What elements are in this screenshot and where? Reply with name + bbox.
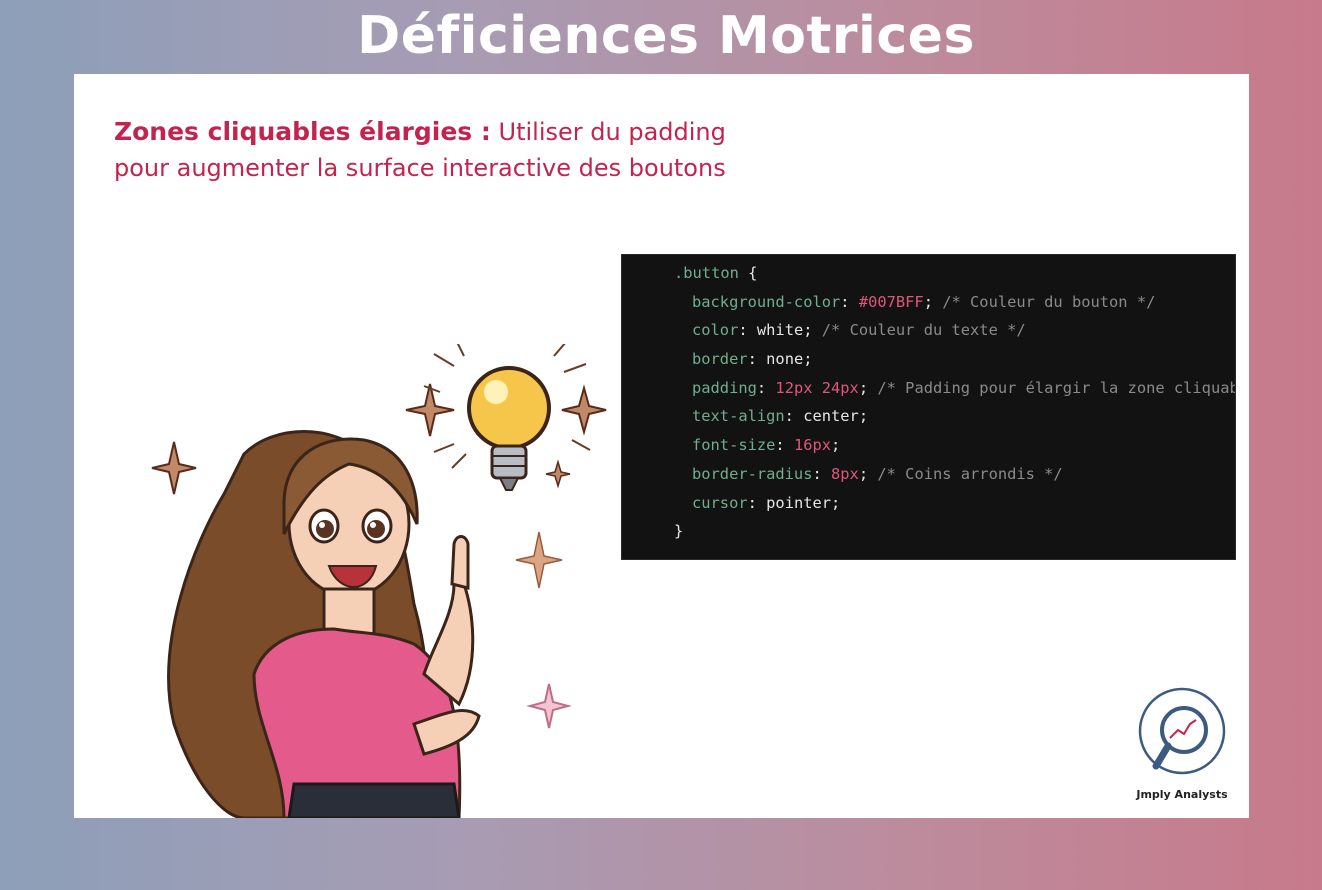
close-brace: } [674,522,684,541]
sparkle-icon [561,384,607,436]
sparkle-icon [515,531,563,589]
heading-line2: pour augmenter la surface interactive de… [114,154,726,182]
css-value: 12px 24px [775,378,859,397]
code-line: padding: 12px 24px; /* Padding pour élar… [622,374,1235,403]
css-comment: /* Coins arrondis */ [868,464,1063,483]
sparkle-icon [545,459,571,489]
code-line: border-radius: 8px; /* Coins arrondis */ [692,464,1063,483]
css-value: 16px [793,436,832,455]
code-line: cursor: pointer; [692,493,841,512]
code-line-close: } [622,517,1235,546]
code-line: border: none; [692,350,813,369]
woman-lightbulb-illustration [151,344,607,818]
sparkle-icon [526,683,572,729]
css-property: border-radius [692,464,813,483]
code-line-selector: .button { [622,259,1235,288]
heading-bold: Zones cliquables élargies : [114,117,491,146]
css-property: text-align [692,407,785,426]
logo-label: Jmply Analysts [1136,788,1228,801]
css-property: padding [692,378,757,397]
css-value: white [756,321,804,340]
css-value: #007BFF [858,292,924,311]
sparkle-icon [151,441,197,495]
css-value: pointer [766,493,832,512]
sparkle-icon [405,383,455,437]
css-property: border [692,350,748,369]
heading-line1: Utiliser du padding [490,118,726,146]
code-line: text-align: center; [692,407,869,426]
magnifier-chart-icon [1138,687,1226,775]
slide-title: Déficiences Motrices [357,6,975,66]
css-value: 8px [831,464,859,483]
css-property: color [692,321,739,340]
open-brace: { [738,264,758,282]
css-value: center [803,407,859,426]
css-value: none [766,350,804,369]
css-comment: /* Couleur du bouton */ [932,292,1156,311]
section-heading: Zones cliquables élargies : Utiliser du … [114,114,834,186]
content-card: Zones cliquables élargies : Utiliser du … [74,74,1249,818]
code-line: background-color: #007BFF; /* Couleur du… [692,292,1156,311]
brand-logo: Jmply Analysts [1132,686,1232,806]
code-line: color: white; /* Couleur du texte */ [692,321,1026,340]
code-block: .button { background-color: #007BFF; /* … [621,254,1236,560]
css-property: font-size [692,436,776,455]
css-comment: /* Padding pour élargir la zone cliquabl [868,378,1236,397]
css-property: cursor [692,493,748,512]
css-selector: .button [674,264,739,282]
css-property: background-color [692,292,841,311]
code-line: font-size: 16px; [692,436,841,455]
css-comment: /* Couleur du texte */ [812,321,1026,340]
